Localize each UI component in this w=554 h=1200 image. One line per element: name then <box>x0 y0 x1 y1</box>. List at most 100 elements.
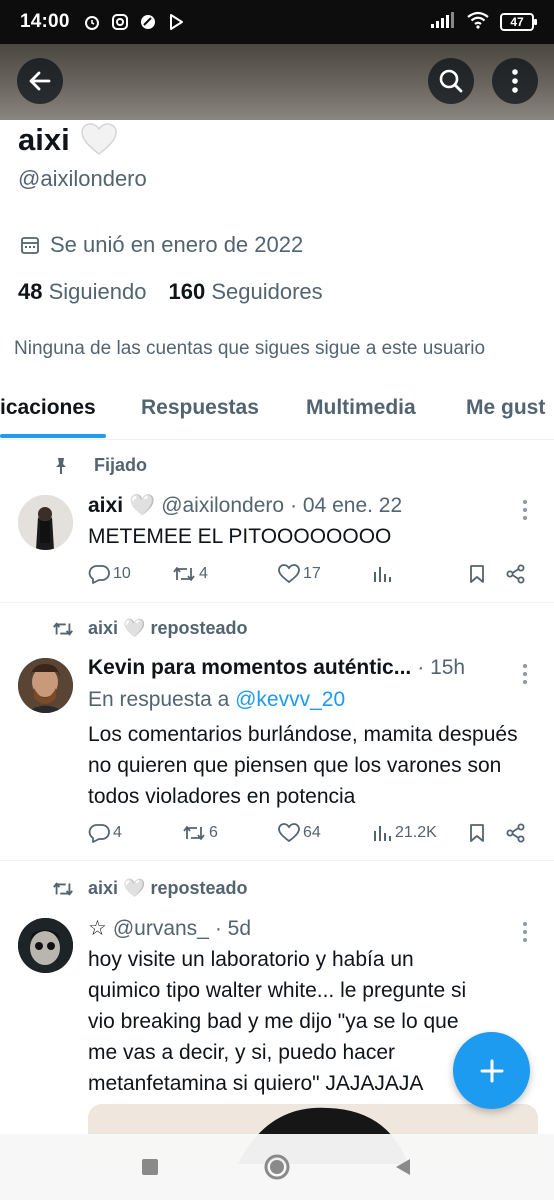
reply-prefix: En respuesta a <box>88 688 230 711</box>
post-author[interactable]: ☆ <box>88 916 107 941</box>
avatar[interactable] <box>18 495 73 550</box>
view-count: 21.2K <box>395 824 437 841</box>
tab-likes[interactable]: Me gust <box>466 396 545 420</box>
pinned-label-text: Fijado <box>94 455 147 475</box>
share-icon <box>506 823 525 843</box>
search-button[interactable] <box>428 58 474 104</box>
arrow-left-icon <box>29 71 51 91</box>
post-more-button[interactable] <box>522 664 528 684</box>
bookmark-button[interactable] <box>468 823 486 843</box>
browser-icon <box>138 12 158 32</box>
calendar-icon <box>21 237 39 254</box>
search-icon <box>439 69 463 93</box>
post-time[interactable]: · 04 ene. 22 <box>290 494 402 518</box>
heart-icon <box>278 823 300 843</box>
followers-label: Seguidores <box>211 279 323 304</box>
tab-replies[interactable]: Respuestas <box>141 396 259 420</box>
recents-button[interactable] <box>141 1158 159 1181</box>
battery-indicator: 47 <box>500 13 537 31</box>
post-time[interactable]: · 15h <box>417 656 465 680</box>
repost-button[interactable]: 6 <box>182 823 218 843</box>
reply-count: 4 <box>113 824 122 841</box>
post-time[interactable]: · 5d <box>215 917 251 941</box>
avatar-photo <box>18 658 73 713</box>
like-count: 17 <box>303 565 321 582</box>
profile-name: aixi <box>18 122 118 158</box>
followers-count: 160 <box>168 279 206 304</box>
post-actions: 10 4 17 <box>88 564 528 588</box>
analytics-icon <box>374 567 391 582</box>
repost-button[interactable]: 4 <box>172 564 208 584</box>
square-icon <box>142 1159 158 1175</box>
post-divider <box>0 860 554 861</box>
white-heart-icon <box>80 123 117 155</box>
followers-link[interactable]: 160 Seguidores <box>168 279 322 305</box>
avatar[interactable] <box>18 918 73 973</box>
profile-handle: @aixilondero <box>18 166 147 191</box>
reply-button[interactable]: 10 <box>88 564 131 584</box>
pinned-label: Fijado <box>52 455 147 476</box>
post-handle[interactable]: @aixilondero <box>161 494 284 518</box>
circle-icon <box>264 1154 290 1180</box>
author-heart-emoji: 🤍 <box>129 494 156 517</box>
reply-to-handle[interactable]: @kevvv_20 <box>235 688 345 711</box>
mutual-followers-note: Ninguna de las cuentas que sigues sigue … <box>14 338 486 359</box>
views-button[interactable]: 21.2K <box>372 823 437 843</box>
more-options-button[interactable] <box>492 58 538 104</box>
following-link[interactable]: 48 Siguiendo <box>18 279 146 305</box>
share-button[interactable] <box>506 823 526 843</box>
repost-icon <box>173 567 195 581</box>
share-button[interactable] <box>506 564 526 584</box>
share-icon <box>506 564 525 584</box>
compose-button[interactable] <box>453 1032 530 1109</box>
back-nav-button[interactable] <box>394 1158 412 1181</box>
active-tab-indicator <box>0 434 106 438</box>
post-header: ☆ @urvans_ · 5d <box>88 916 251 941</box>
vertical-dots-icon <box>512 69 518 93</box>
profile-display-name: aixi <box>18 122 70 157</box>
avatar[interactable] <box>18 658 73 713</box>
post-author[interactable]: aixi <box>88 494 123 518</box>
bookmark-icon <box>470 565 484 583</box>
reply-button[interactable]: 4 <box>88 823 122 843</box>
reply-count: 10 <box>113 565 131 582</box>
tab-posts[interactable]: icaciones <box>0 396 96 420</box>
like-button[interactable]: 64 <box>278 823 321 843</box>
post-header: Kevin para momentos auténtic... · 15h <box>88 656 465 680</box>
reply-icon <box>88 824 110 843</box>
wifi-icon <box>466 11 490 34</box>
like-button[interactable]: 17 <box>278 564 321 584</box>
status-bar: 14:00 47 <box>0 0 554 44</box>
reply-icon <box>88 565 110 584</box>
tab-media[interactable]: Multimedia <box>306 396 416 420</box>
profile-tabs: icaciones Respuestas Multimedia Me gust <box>0 378 554 440</box>
analytics-icon <box>374 826 391 841</box>
instagram-icon <box>110 12 130 32</box>
repost-label: aixi 🤍 reposteado <box>52 618 247 639</box>
following-label: Siguiendo <box>48 279 147 304</box>
post-more-button[interactable] <box>522 922 528 942</box>
post-more-button[interactable] <box>522 500 528 520</box>
triangle-back-icon <box>396 1159 410 1175</box>
post-actions: 4 6 64 21.2K <box>88 823 528 847</box>
repost-icon <box>53 882 73 895</box>
post-text: METEMEE EL PITOOOOOOOO <box>88 525 392 548</box>
repost-label-text: aixi 🤍 reposteado <box>88 618 248 638</box>
views-button[interactable] <box>372 564 395 584</box>
plus-icon <box>480 1059 503 1082</box>
alarm-icon <box>82 12 102 32</box>
repost-count: 4 <box>199 565 208 582</box>
post-handle[interactable]: @urvans_ <box>113 917 209 941</box>
bookmark-button[interactable] <box>468 564 486 584</box>
home-button[interactable] <box>264 1154 290 1185</box>
status-time: 14:00 <box>20 11 70 32</box>
repost-label-text: aixi 🤍 reposteado <box>88 878 248 898</box>
play-store-icon <box>166 12 186 32</box>
repost-icon <box>183 826 205 840</box>
back-button[interactable] <box>17 58 63 104</box>
bookmark-icon <box>470 824 484 842</box>
post-divider <box>0 602 554 603</box>
avatar-photo <box>18 495 73 550</box>
post-author[interactable]: Kevin para momentos auténtic... <box>88 656 411 680</box>
following-count: 48 <box>18 279 43 304</box>
